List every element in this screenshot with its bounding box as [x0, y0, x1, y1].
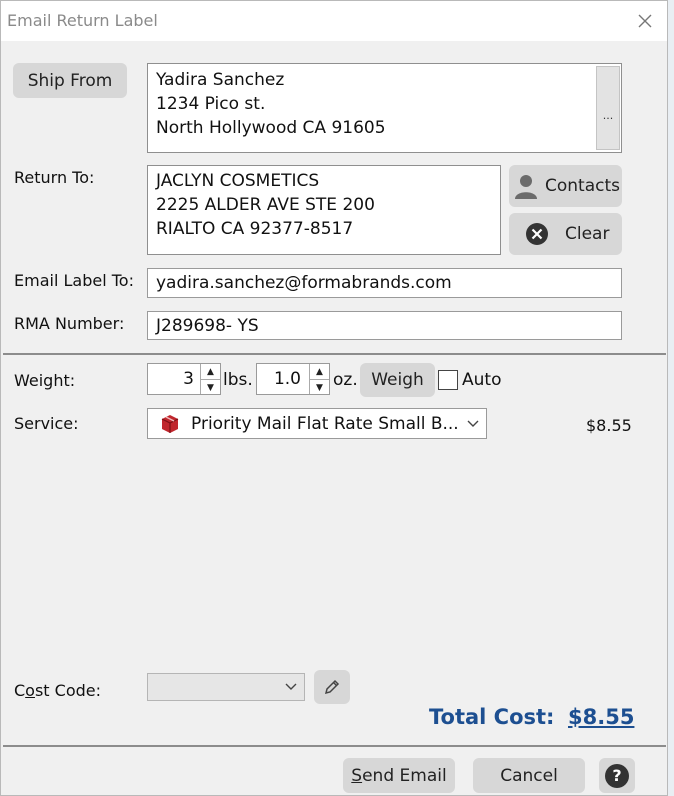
- email-return-label-dialog: Email Return Label Ship From Yadira Sanc…: [0, 0, 668, 796]
- pencil-icon: [324, 679, 340, 695]
- help-label: ?: [612, 766, 622, 785]
- help-button[interactable]: ?: [599, 758, 635, 793]
- ship-from-button[interactable]: Ship From: [13, 63, 127, 98]
- email-label: Email Label To:: [14, 271, 134, 290]
- service-price: $8.55: [586, 416, 632, 435]
- oz-spinner[interactable]: ▲ ▼: [309, 364, 329, 394]
- send-email-label: Send Email: [351, 765, 447, 786]
- help-icon: ?: [605, 763, 629, 788]
- background-strip: [668, 0, 674, 796]
- cost-code-label: Cost Code:: [14, 681, 102, 700]
- oz-input[interactable]: 1.0 ▲ ▼: [256, 363, 330, 395]
- ship-from-button-label: Ship From: [27, 70, 113, 91]
- rma-number-field[interactable]: J289698- YS: [147, 311, 622, 340]
- spin-down-icon[interactable]: ▼: [201, 380, 220, 395]
- ship-from-line: 1234 Pico st.: [156, 94, 266, 114]
- rma-label: RMA Number:: [14, 314, 125, 333]
- ship-from-address: Yadira Sanchez 1234 Pico st. North Holly…: [156, 68, 386, 140]
- title-bar: Email Return Label: [1, 1, 667, 41]
- return-to-address: JACLYN COSMETICS 2225 ALDER AVE STE 200 …: [156, 169, 375, 241]
- contacts-button-label: Contacts: [545, 176, 620, 196]
- service-dropdown[interactable]: Priority Mail Flat Rate Small B...: [147, 408, 487, 439]
- weight-label: Weight:: [14, 371, 76, 390]
- email-field[interactable]: yadira.sanchez@formabrands.com: [147, 268, 622, 298]
- ship-from-address-box[interactable]: Yadira Sanchez 1234 Pico st. North Holly…: [147, 63, 622, 153]
- clear-button-label: Clear: [565, 224, 610, 244]
- lbs-value: 3: [183, 369, 194, 389]
- lbs-spinner[interactable]: ▲ ▼: [200, 364, 220, 394]
- person-icon: [515, 175, 537, 199]
- weigh-button[interactable]: Weigh: [360, 363, 435, 397]
- return-to-line: 2225 ALDER AVE STE 200: [156, 195, 375, 215]
- return-to-line: RIALTO CA 92377-8517: [156, 219, 354, 239]
- edit-cost-code-button[interactable]: [314, 670, 350, 704]
- auto-label: Auto: [462, 370, 502, 390]
- close-icon[interactable]: [635, 11, 655, 31]
- window-title: Email Return Label: [7, 11, 158, 30]
- lbs-input[interactable]: 3 ▲ ▼: [147, 363, 221, 395]
- send-email-button[interactable]: Send Email: [343, 758, 455, 793]
- spin-down-icon[interactable]: ▼: [310, 380, 329, 395]
- chevron-down-icon: [467, 420, 479, 427]
- auto-checkbox[interactable]: [438, 370, 458, 390]
- rma-value: J289698- YS: [156, 315, 259, 336]
- spin-up-icon[interactable]: ▲: [310, 364, 329, 380]
- divider: [3, 353, 666, 355]
- service-label: Service:: [14, 414, 79, 433]
- return-to-address-box[interactable]: JACLYN COSMETICS 2225 ALDER AVE STE 200 …: [147, 165, 501, 255]
- total-cost-label: Total Cost:: [429, 705, 555, 729]
- weigh-button-label: Weigh: [371, 370, 424, 390]
- lbs-unit: lbs.: [223, 370, 253, 390]
- spin-up-icon[interactable]: ▲: [201, 364, 220, 380]
- return-to-line: JACLYN COSMETICS: [156, 171, 320, 191]
- ship-from-line: North Hollywood CA 91605: [156, 118, 386, 138]
- cancel-label: Cancel: [500, 765, 558, 786]
- oz-unit: oz.: [333, 370, 358, 390]
- service-selected: Priority Mail Flat Rate Small B...: [191, 413, 459, 434]
- ship-from-more-button[interactable]: ...: [596, 66, 620, 150]
- package-icon: [161, 414, 179, 433]
- clear-button[interactable]: Clear: [509, 213, 622, 255]
- cost-code-dropdown[interactable]: [147, 673, 305, 701]
- ellipsis-label: ...: [602, 108, 614, 122]
- cancel-button[interactable]: Cancel: [473, 758, 585, 793]
- oz-value: 1.0: [273, 369, 301, 389]
- email-value: yadira.sanchez@formabrands.com: [156, 273, 452, 293]
- divider: [3, 745, 666, 747]
- contacts-button[interactable]: Contacts: [509, 165, 622, 207]
- ship-from-line: Yadira Sanchez: [156, 70, 285, 90]
- return-to-label: Return To:: [14, 168, 95, 187]
- clear-x-icon: [526, 223, 548, 245]
- total-cost-value[interactable]: $8.55: [568, 705, 634, 729]
- chevron-down-icon: [285, 683, 297, 690]
